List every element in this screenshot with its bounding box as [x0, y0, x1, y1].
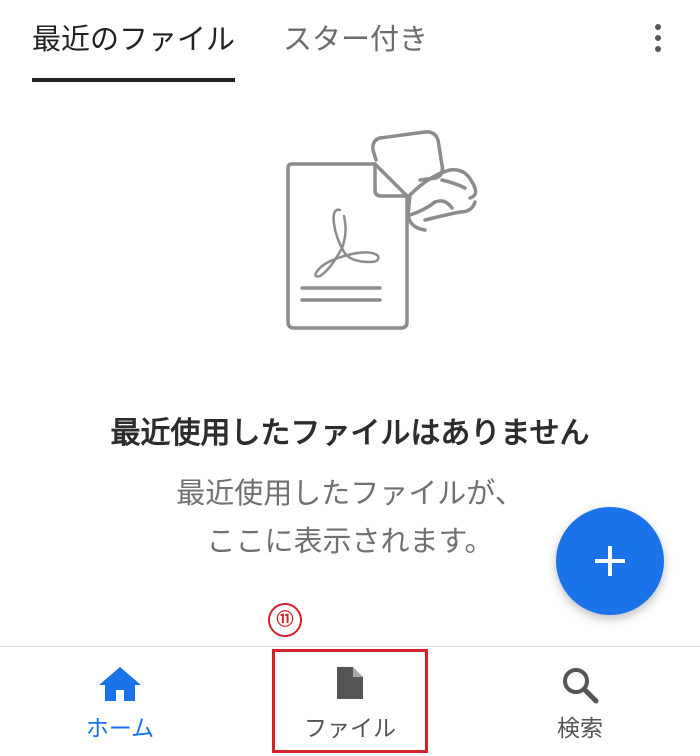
tab-bar: 最近のファイル スター付き [0, 0, 700, 84]
active-tab-indicator [32, 78, 235, 82]
tab-starred[interactable]: スター付き [283, 16, 428, 62]
nav-home[interactable]: ホーム [40, 647, 200, 756]
menu-dot-icon [655, 24, 661, 30]
nav-search-label: 検索 [557, 716, 603, 742]
tab-recent-files[interactable]: 最近のファイル [32, 16, 235, 62]
bottom-navigation: ホーム ファイル 検索 [0, 646, 700, 756]
file-icon [337, 667, 363, 699]
step-number-badge: ⑪ [268, 603, 302, 637]
empty-state-subtitle-line1: 最近使用したファイルが、 [176, 476, 524, 510]
nav-files[interactable]: ファイル [272, 647, 428, 756]
nav-files-label: ファイル [304, 716, 396, 742]
search-icon [563, 668, 599, 704]
nav-search[interactable]: 検索 [500, 647, 660, 756]
empty-state-title: 最近使用したファイルはありません [110, 416, 590, 451]
menu-dot-icon [655, 35, 661, 41]
nav-home-label: ホーム [85, 716, 155, 742]
home-icon [99, 667, 141, 701]
plus-icon-vertical [608, 546, 612, 576]
add-button[interactable] [556, 507, 664, 615]
menu-dot-icon [655, 46, 661, 52]
overflow-menu-button[interactable] [640, 16, 676, 60]
pdf-document-illustration [286, 130, 478, 330]
